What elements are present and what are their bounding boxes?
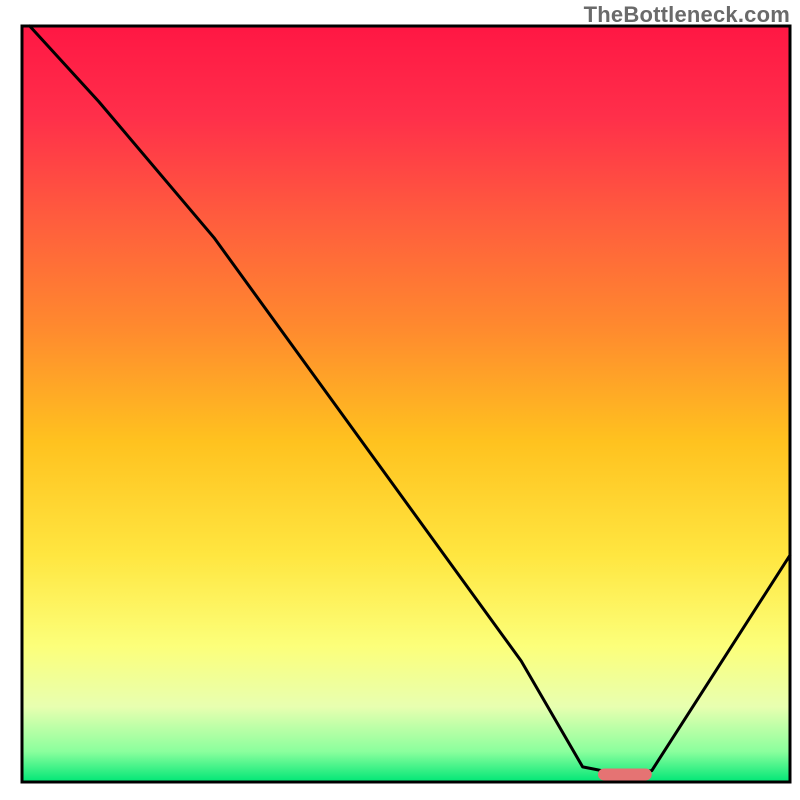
- watermark-text: TheBottleneck.com: [584, 2, 790, 28]
- bottleneck-chart: [0, 0, 800, 800]
- optimal-range-marker: [598, 768, 652, 780]
- chart-container: TheBottleneck.com: [0, 0, 800, 800]
- chart-background: [22, 26, 790, 782]
